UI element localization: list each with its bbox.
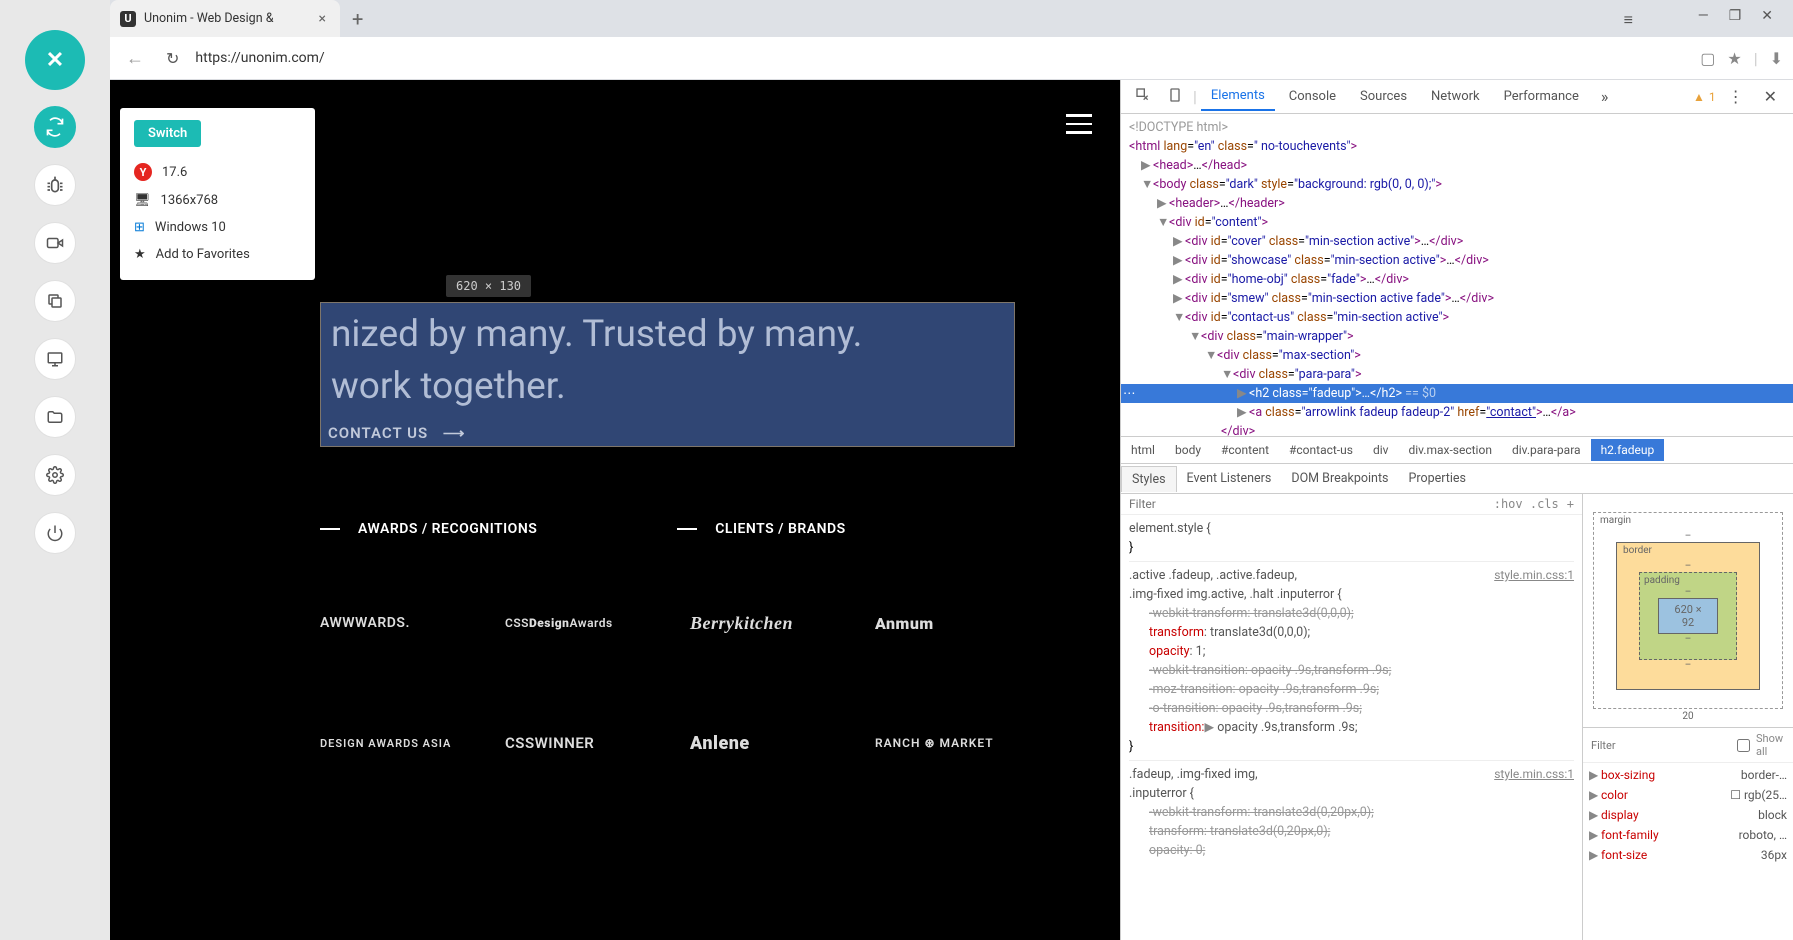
logo-item: DESIGN AWARDS ASIA <box>320 728 495 758</box>
add-rule-button[interactable]: + <box>1567 497 1574 511</box>
tool-sidebar: ✕ <box>0 0 110 940</box>
browser-chrome: U Unonim - Web Design & × + ≡ — ❐ ✕ ← ↻ … <box>110 0 1793 80</box>
logo-item: Anmum <box>875 608 1050 638</box>
bookmark-star-icon[interactable]: ★ <box>1727 49 1741 68</box>
tab-properties[interactable]: Properties <box>1398 466 1476 491</box>
video-icon[interactable] <box>34 222 76 264</box>
windows-icon: ⊞ <box>134 220 145 235</box>
tab-dom-breakpoints[interactable]: DOM Breakpoints <box>1281 466 1398 491</box>
devtools-menu-icon[interactable]: ⋮ <box>1720 83 1752 110</box>
styles-filter-row: :hov .cls + <box>1121 494 1582 515</box>
logo-item: AWWWARDS. <box>320 608 495 638</box>
tab-title: Unonim - Web Design & <box>144 11 307 26</box>
logo-item: RANCH ⊛ MARKET <box>875 728 1050 758</box>
devtools-panel: | Elements Console Sources Network Perfo… <box>1120 80 1793 940</box>
power-icon[interactable] <box>34 512 76 554</box>
tab-network[interactable]: Network <box>1421 83 1490 110</box>
awards-header: AWARDS / RECOGNITIONS <box>320 521 537 537</box>
browser-menu-icon[interactable]: ≡ <box>1624 10 1633 30</box>
browser-version-row: Y17.6 <box>134 157 301 187</box>
dom-tree[interactable]: <!DOCTYPE html> <html lang="en" class=" … <box>1121 114 1793 436</box>
shield-icon[interactable]: ▢ <box>1700 49 1715 68</box>
device-toggle-icon[interactable] <box>1161 83 1189 111</box>
yandex-icon: Y <box>134 163 152 181</box>
logo-item: Berrykitchen <box>690 608 865 638</box>
tab-favicon-icon: U <box>120 11 136 27</box>
star-icon: ★ <box>134 247 146 262</box>
folder-icon[interactable] <box>34 396 76 438</box>
clients-header: CLIENTS / BRANDS <box>677 521 845 537</box>
show-all-checkbox[interactable] <box>1737 739 1750 752</box>
reload-button[interactable]: ↻ <box>160 43 185 74</box>
gear-icon[interactable] <box>34 454 76 496</box>
logo-item: CSSWINNER <box>505 728 680 758</box>
styles-filter-input[interactable] <box>1129 497 1486 511</box>
resolution-row: 🖥1366x768 <box>134 187 301 214</box>
sync-icon[interactable] <box>34 106 76 148</box>
warnings-badge[interactable]: ▲ 1 <box>1693 90 1716 104</box>
more-tabs-icon[interactable]: » <box>1593 83 1617 110</box>
maximize-button[interactable]: ❐ <box>1729 8 1742 24</box>
os-row: ⊞Windows 10 <box>134 214 301 241</box>
computed-properties[interactable]: ▶box-sizingborder-… ▶color☐ rgb(25… ▶dis… <box>1583 763 1793 940</box>
devtools-close-button[interactable]: ✕ <box>1756 83 1785 110</box>
minimize-button[interactable]: — <box>1698 8 1709 24</box>
contact-link[interactable]: CONTACT US ⟶ <box>328 424 465 442</box>
headline: nized by many. Trusted by many. work tog… <box>321 303 1014 419</box>
screen-icon[interactable] <box>34 338 76 380</box>
css-rules[interactable]: element.style { } style.min.css:1.active… <box>1121 515 1582 940</box>
tab-bar: U Unonim - Web Design & × + ≡ — ❐ ✕ <box>110 0 1793 37</box>
tab-styles[interactable]: Styles <box>1121 466 1177 492</box>
switch-button[interactable]: Switch <box>134 120 201 147</box>
element-size-badge: 620 × 130 <box>446 275 531 297</box>
box-model: – – – 620 × 92– – 20 <box>1583 494 1793 727</box>
styles-tabs: Styles Event Listeners DOM Breakpoints P… <box>1121 464 1793 494</box>
url-input[interactable] <box>195 50 1690 66</box>
tab-event-listeners[interactable]: Event Listeners <box>1177 466 1282 491</box>
hamburger-menu-button[interactable] <box>1066 114 1092 134</box>
new-tab-button[interactable]: + <box>340 7 375 31</box>
devtools-tabs: | Elements Console Sources Network Perfo… <box>1121 80 1793 114</box>
tab-elements[interactable]: Elements <box>1201 82 1275 111</box>
tab-sources[interactable]: Sources <box>1350 83 1417 110</box>
computed-filter-input[interactable] <box>1591 739 1731 752</box>
close-window-button[interactable]: ✕ <box>1761 8 1773 24</box>
bug-icon[interactable] <box>34 164 76 206</box>
tab-console[interactable]: Console <box>1279 83 1346 110</box>
close-session-button[interactable]: ✕ <box>25 30 85 90</box>
breadcrumb[interactable]: html body #content #contact-us div div.m… <box>1121 436 1793 464</box>
url-bar: ← ↻ ▢ ★ | ⬇ <box>110 37 1793 80</box>
tab-close-button[interactable]: × <box>315 11 330 27</box>
copy-icon[interactable] <box>34 280 76 322</box>
session-info-popup: Switch Y17.6 🖥1366x768 ⊞Windows 10 ★Add … <box>120 108 315 280</box>
arrow-right-icon: ⟶ <box>443 424 466 442</box>
monitor-icon: 🖥 <box>134 193 151 208</box>
tab-performance[interactable]: Performance <box>1494 83 1589 110</box>
download-icon[interactable]: ⬇ <box>1770 49 1783 68</box>
logo-item: CSSDesignAwards <box>505 608 680 638</box>
logo-item: Anlene <box>690 728 865 758</box>
browser-tab[interactable]: U Unonim - Web Design & × <box>110 0 340 37</box>
inspect-element-icon[interactable] <box>1129 83 1157 111</box>
selected-dom-node[interactable]: ⋯▶<h2 class="fadeup">…</h2> == $0 <box>1121 384 1793 403</box>
back-button[interactable]: ← <box>120 42 150 75</box>
logos-grid: AWWWARDS. CSSDesignAwards Berrykitchen A… <box>320 608 1050 758</box>
add-favorites-button[interactable]: ★Add to Favorites <box>134 241 301 268</box>
